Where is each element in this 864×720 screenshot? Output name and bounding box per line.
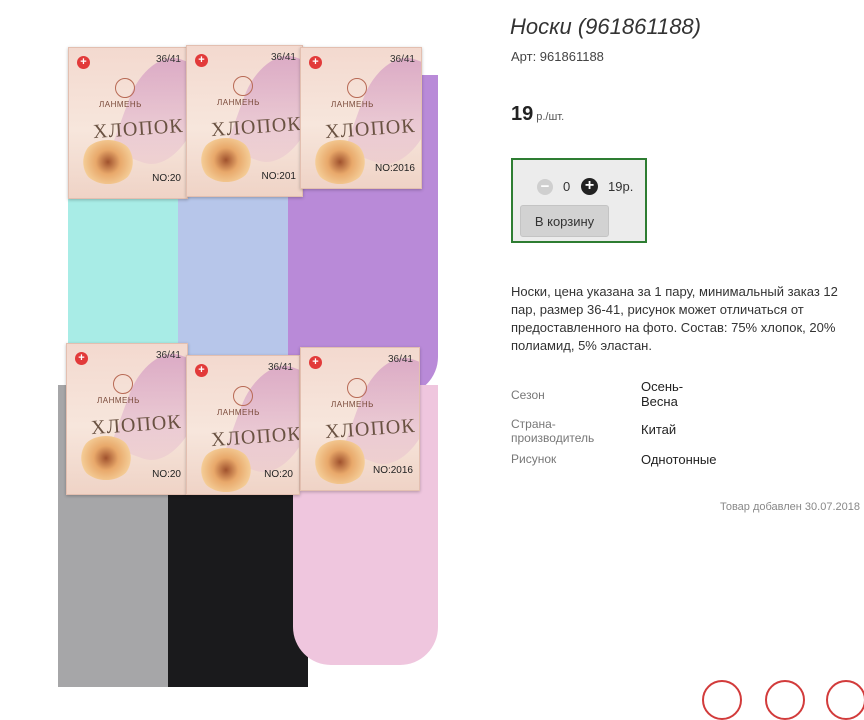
property-value-text: Однотонные: [641, 452, 717, 467]
share-circle-icon[interactable]: [826, 680, 864, 720]
red-cross-icon: +: [77, 56, 90, 69]
property-key: Страна- производитель: [511, 414, 641, 452]
label-number: NO:20: [264, 469, 293, 480]
add-to-cart-box: − 0 + 19р. В корзину: [511, 158, 647, 243]
price-value: 19: [511, 103, 534, 125]
bow-graphic: [79, 436, 133, 480]
cart-total: 19р.: [608, 179, 634, 194]
quantity-value[interactable]: 0: [563, 179, 570, 194]
emblem-icon: [233, 386, 253, 406]
property-key: Сезон: [511, 376, 641, 414]
property-key-text: Рисунок: [511, 452, 557, 466]
sock-label: + 36/41 ЛАНМЕНЬ ХЛОПОК NO:2016: [300, 347, 420, 491]
bow-graphic: [199, 448, 253, 492]
label-size: 36/41: [267, 362, 293, 373]
red-cross-icon: +: [309, 356, 322, 369]
label-number: NO:20: [152, 173, 181, 184]
red-cross-icon: +: [195, 364, 208, 377]
share-circle-icon[interactable]: [765, 680, 805, 720]
label-number: NO:2016: [374, 163, 415, 174]
property-row: Страна- производитель Китай: [511, 414, 717, 452]
label-brand: ЛАНМЕНЬ: [97, 396, 140, 405]
property-value: Однотонные: [641, 452, 717, 467]
property-value: Осень- Весна: [641, 376, 717, 414]
red-cross-icon: +: [75, 352, 88, 365]
price-unit: р./шт.: [536, 111, 565, 123]
label-size: 36/41: [270, 52, 296, 63]
property-value: Китай: [641, 414, 717, 452]
property-row: Сезон Осень- Весна: [511, 376, 717, 414]
emblem-icon: [347, 78, 367, 98]
label-size: 36/41: [155, 350, 181, 361]
property-key-text: Страна- производитель: [511, 417, 595, 445]
sock-label: + 36/41 ЛАНМЕНЬ ХЛОПОК NO:201: [186, 45, 303, 197]
property-key: Рисунок: [511, 452, 641, 467]
added-date: Товар добавлен 30.07.2018: [719, 501, 860, 513]
property-value-text: Осень- Весна: [641, 379, 684, 409]
label-size: 36/41: [389, 54, 415, 65]
minus-circle-icon[interactable]: −: [537, 179, 553, 195]
product-properties: Сезон Осень- Весна Страна- производитель…: [511, 376, 717, 467]
label-brand: ЛАНМЕНЬ: [217, 98, 260, 107]
red-cross-icon: +: [195, 54, 208, 67]
red-cross-icon: +: [309, 56, 322, 69]
label-brand: ЛАНМЕНЬ: [99, 100, 142, 109]
plus-circle-icon[interactable]: +: [581, 178, 598, 195]
bow-graphic: [313, 140, 367, 184]
product-title: Носки (961861188): [510, 14, 701, 39]
sock-label: + 36/41 ЛАНМЕНЬ ХЛОПОК NO:2016: [300, 47, 422, 189]
add-to-cart-button[interactable]: В корзину: [520, 205, 609, 237]
sock-label: + 36/41 ЛАНМЕНЬ ХЛОПОК NO:20: [68, 47, 188, 199]
emblem-icon: [115, 78, 135, 98]
label-brand: ЛАНМЕНЬ: [331, 400, 374, 409]
label-brand: ЛАНМЕНЬ: [331, 100, 374, 109]
label-size: 36/41: [155, 54, 181, 65]
label-number: NO:2016: [372, 465, 413, 476]
share-circle-icon[interactable]: [702, 680, 742, 720]
emblem-icon: [347, 378, 367, 398]
bow-graphic: [81, 140, 135, 184]
bow-graphic: [313, 440, 367, 484]
product-description: Носки, цена указана за 1 пару, минимальн…: [511, 284, 838, 353]
property-row: Рисунок Однотонные: [511, 452, 717, 467]
sock-label: + 36/41 ЛАНМЕНЬ ХЛОПОК NO:20: [186, 355, 300, 495]
label-number: NO:20: [152, 469, 181, 480]
emblem-icon: [233, 76, 253, 96]
sock-label: + 36/41 ЛАНМЕНЬ ХЛОПОК NO:20: [66, 343, 188, 495]
product-image[interactable]: + 36/41 ЛАНМЕНЬ ХЛОПОК NO:20 + 36/41 ЛАН…: [58, 35, 450, 687]
property-value-text: Китай: [641, 422, 677, 437]
emblem-icon: [113, 374, 133, 394]
label-size: 36/41: [387, 354, 413, 365]
product-price: 19 р./шт.: [511, 103, 564, 126]
property-key-text: Сезон: [511, 388, 545, 402]
label-number: NO:201: [261, 171, 296, 182]
bow-graphic: [199, 138, 253, 182]
label-brand: ЛАНМЕНЬ: [217, 408, 260, 417]
product-sku: Арт: 961861188: [511, 49, 604, 64]
